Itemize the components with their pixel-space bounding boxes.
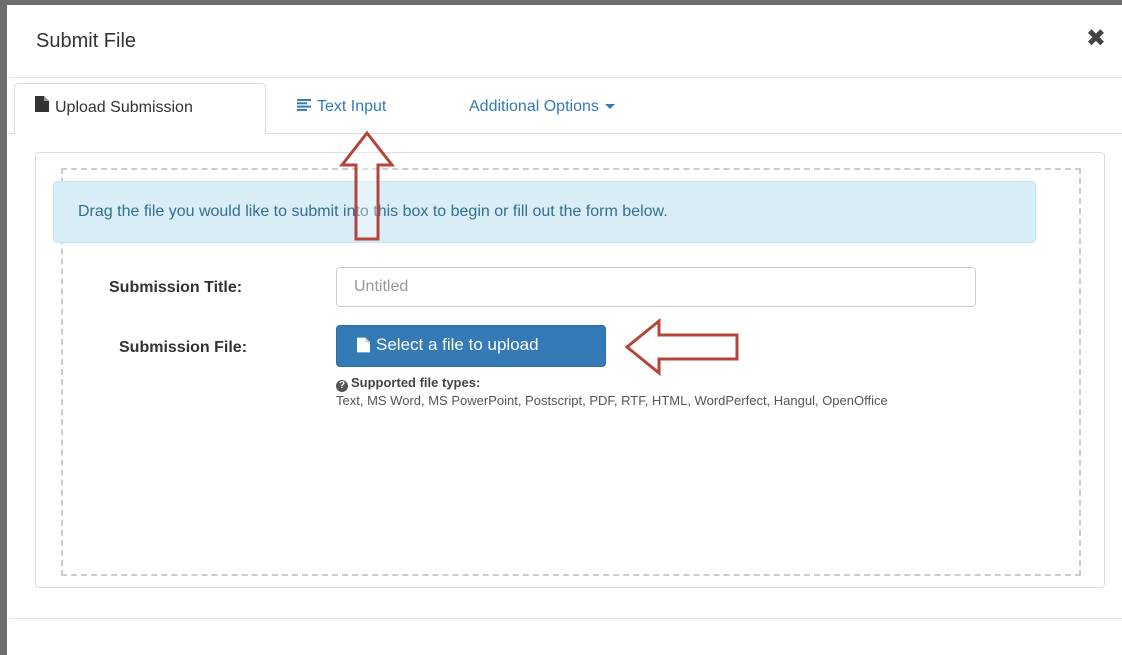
align-left-icon (297, 83, 311, 131)
supported-file-types: ? Supported file types: Text, MS Word, MS… (336, 374, 976, 409)
annotation-left-arrow (624, 317, 739, 377)
modal-header: Submit File ✖ (9, 5, 1122, 78)
select-file-label: Select a file to upload (376, 334, 539, 354)
submission-title-input[interactable] (336, 267, 976, 307)
close-icon[interactable]: ✖ (1086, 27, 1106, 51)
file-icon (357, 337, 370, 358)
tab-label: Upload Submission (55, 99, 193, 117)
annotation-up-arrow (339, 130, 395, 241)
submission-file-label: Submission File: (119, 339, 248, 356)
tab-upload-submission[interactable]: Upload Submission (14, 83, 266, 134)
tab-additional-options[interactable]: Additional Options (469, 83, 615, 132)
modal-footer (9, 618, 1122, 619)
file-icon (35, 84, 49, 132)
tab-text-input[interactable]: Text Input (297, 83, 386, 132)
caret-down-icon (604, 104, 615, 110)
submission-title-label: Submission Title: (109, 279, 243, 296)
select-file-button[interactable]: Select a file to upload (336, 325, 606, 367)
tab-label: Additional Options (469, 98, 599, 115)
question-circle-icon: ? (336, 380, 348, 392)
dropzone-info-alert: Drag the file you would like to submit i… (53, 181, 1036, 243)
supported-heading-text: Supported file types: (351, 375, 481, 390)
supported-types-list: Text, MS Word, MS PowerPoint, Postscript… (336, 393, 888, 408)
modal-title: Submit File (36, 30, 137, 52)
tab-bar: Upload Submission Text Input Additional … (9, 83, 1122, 134)
backdrop-edge (0, 0, 7, 655)
submit-file-modal: Submit File ✖ Upload Submission Text Inp… (9, 5, 1122, 655)
tab-label: Text Input (317, 98, 387, 116)
